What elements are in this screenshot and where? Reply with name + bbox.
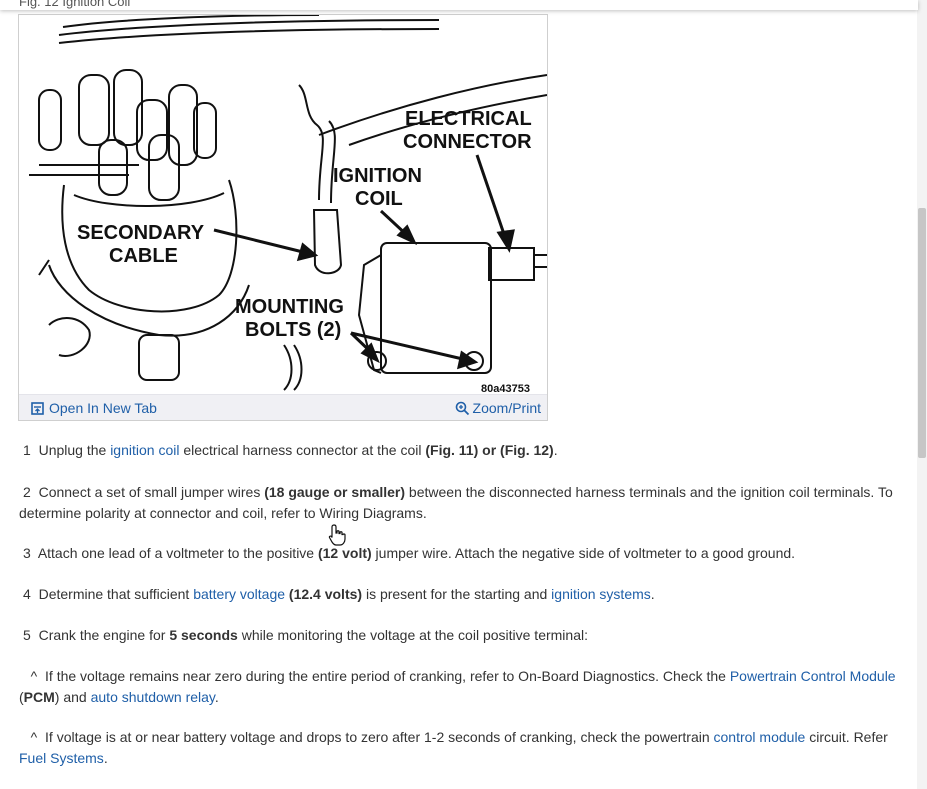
label-ignition: IGNITION	[333, 165, 422, 187]
label-connector: CONNECTOR	[403, 131, 532, 153]
step-2: 2 Connect a set of small jumper wires (1…	[19, 484, 893, 521]
label-electrical: ELECTRICAL	[405, 108, 532, 130]
link-control-module[interactable]: control module	[714, 729, 806, 745]
label-bolts: BOLTS (2)	[245, 319, 341, 341]
label-coil: COIL	[355, 188, 403, 210]
link-fuel-systems[interactable]: Fuel Systems	[19, 750, 104, 766]
step-3: 3 Attach one lead of a voltmeter to the …	[23, 545, 796, 561]
link-powertrain-control-module[interactable]: Powertrain Control Module	[730, 668, 896, 684]
scrollbar-track[interactable]	[917, 0, 927, 789]
zoom-print-label: Zoom/Print	[472, 400, 541, 416]
step-5: 5 Crank the engine for 5 seconds while m…	[23, 627, 588, 643]
step-4: 4 Determine that sufficient battery volt…	[23, 586, 655, 602]
link-ignition-coil[interactable]: ignition coil	[110, 442, 179, 458]
label-mounting: MOUNTING	[235, 296, 344, 318]
label-cable: CABLE	[109, 245, 178, 267]
step-1: 1 Unplug the ignition coil electrical ha…	[23, 442, 558, 458]
zoom-icon	[455, 401, 469, 415]
caret-bullet: ^	[30, 729, 38, 745]
zoom-print-link[interactable]: Zoom/Print	[455, 400, 541, 416]
open-in-new-tab-icon	[31, 401, 44, 415]
label-secondary: SECONDARY	[77, 222, 205, 244]
substep-1: ^ If the voltage remains near zero durin…	[19, 668, 896, 705]
link-ignition-systems[interactable]: ignition systems	[551, 586, 651, 602]
substep-2: ^ If voltage is at or near battery volta…	[19, 729, 888, 766]
hand-cursor-icon	[328, 524, 346, 546]
link-battery-voltage[interactable]: battery voltage	[193, 586, 285, 602]
open-in-new-tab-label: Open In New Tab	[49, 400, 157, 416]
open-in-new-tab-link[interactable]: Open In New Tab	[31, 400, 157, 416]
ignition-coil-diagram: ELECTRICAL CONNECTOR IGNITION COIL SECON…	[29, 15, 547, 395]
top-header-bar: Fig. 12 Ignition Coil	[0, 0, 918, 10]
figure-toolbar: Open In New Tab Zoom/Print	[19, 394, 547, 420]
link-auto-shutdown-relay[interactable]: auto shutdown relay	[91, 689, 215, 705]
figure-panel: ELECTRICAL CONNECTOR IGNITION COIL SECON…	[18, 14, 548, 421]
caret-bullet: ^	[30, 668, 38, 684]
figure-caption: Fig. 12 Ignition Coil	[19, 0, 131, 9]
scrollbar-thumb[interactable]	[918, 208, 926, 458]
